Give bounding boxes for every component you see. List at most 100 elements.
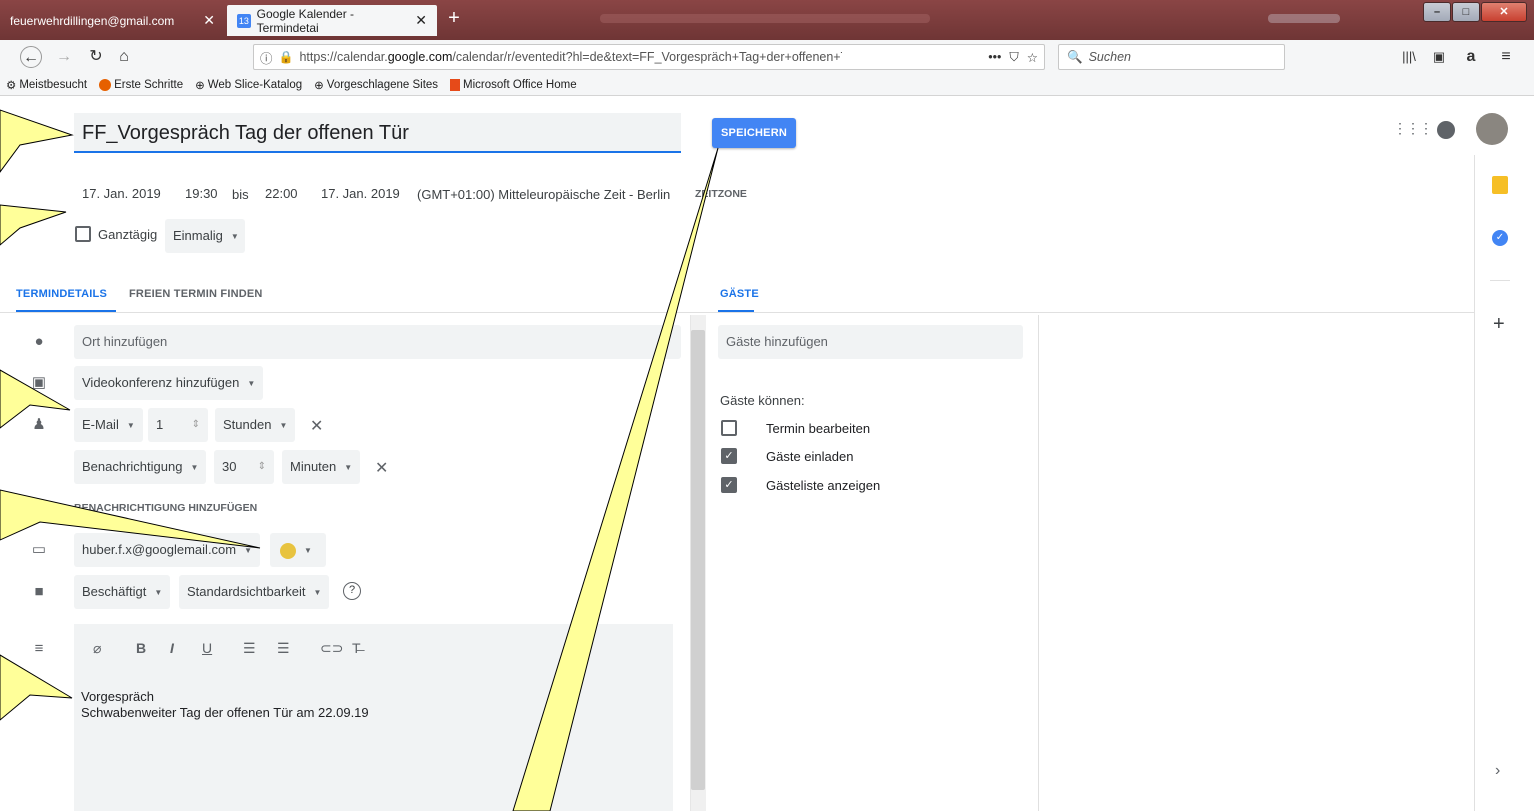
add-notification-button[interactable]: BENACHRICHTIGUNG HINZUFÜGEN [74, 502, 257, 514]
bookmark-erste-schritte[interactable]: Erste Schritte [99, 78, 184, 91]
chevron-right-icon[interactable]: › [1495, 762, 1500, 780]
bookmark-star-icon[interactable]: ☆ [1027, 50, 1038, 65]
until-label: bis [232, 187, 249, 202]
search-icon: 🔍 [1067, 49, 1083, 64]
repeat-dropdown[interactable]: Einmalig ▼ [165, 219, 245, 253]
home-icon[interactable]: ⌂ [112, 46, 136, 68]
notification-value-stepper[interactable]: 1 ⇕ [148, 408, 208, 442]
video-dropdown[interactable]: Videokonferenz hinzufügen ▼ [74, 366, 264, 400]
attachment-icon[interactable]: ⌀ [93, 640, 101, 657]
amazon-icon[interactable]: a [1459, 46, 1483, 68]
italic-icon[interactable]: I [170, 640, 174, 656]
add-addon-icon[interactable]: + [1493, 313, 1505, 336]
tab-termindetails[interactable]: TERMINDETAILS [16, 288, 107, 300]
minimize-button[interactable]: – [1423, 2, 1451, 22]
tab-label: Google Kalender - Termindetai [256, 6, 355, 35]
page-actions-icon[interactable]: ••• [988, 50, 1001, 64]
pocket-icon[interactable]: ⛉ [1009, 50, 1018, 65]
visibility-dropdown[interactable]: Standardsichtbarkeit ▼ [179, 575, 330, 609]
bookmark-vorgeschlagene[interactable]: ⊕ Vorgeschlagene Sites [314, 78, 438, 92]
gear-icon: ⚙ [6, 79, 17, 92]
bookmark-label: Erste Schritte [114, 78, 184, 91]
start-time[interactable]: 19:30 [177, 177, 226, 211]
remove-notification-icon[interactable]: ✕ [375, 458, 388, 478]
avatar[interactable] [1476, 113, 1508, 145]
notifications-icon[interactable] [1437, 121, 1455, 139]
description-icon: ≡ [34, 640, 44, 657]
spinner-icon[interactable]: ⇕ [192, 408, 200, 442]
guests-input[interactable]: Gäste hinzufügen [718, 325, 1023, 359]
spinner-icon[interactable]: ⇕ [258, 450, 266, 484]
end-date[interactable]: 17. Jan. 2019 [313, 177, 408, 211]
bullet-list-icon[interactable]: ☰ [277, 640, 290, 657]
chevron-down-icon: ▼ [344, 462, 353, 472]
chevron-down-icon: ▼ [126, 420, 135, 430]
color-dropdown[interactable]: ▼ [270, 533, 326, 567]
permission-checkbox[interactable]: ✓ [721, 448, 737, 464]
location-icon: ● [34, 333, 44, 350]
location-input[interactable]: Ort hinzufügen [74, 325, 681, 359]
scrollbar-thumb[interactable] [691, 330, 705, 790]
notification-value: 1 [156, 417, 164, 432]
close-tab-icon[interactable]: ✕ [415, 12, 427, 29]
back-icon[interactable]: ← [20, 46, 42, 68]
bookmark-label: Vorgeschlagene Sites [326, 78, 439, 91]
reload-icon[interactable]: ↻ [84, 46, 108, 68]
bookmark-web-slice[interactable]: ⊕ Web Slice-Katalog [195, 78, 302, 92]
notification-value-stepper[interactable]: 30 ⇕ [214, 450, 274, 484]
chevron-down-icon: ▼ [190, 462, 199, 472]
new-tab-button[interactable]: + [440, 5, 468, 33]
bold-icon[interactable]: B [136, 640, 146, 656]
notification-type-dropdown[interactable]: E-Mail ▼ [74, 408, 143, 442]
menu-icon[interactable]: ≡ [1494, 46, 1518, 68]
calendar-dropdown[interactable]: huber.f.x@googlemail.com ▼ [74, 533, 261, 567]
lock-icon: 🔒 [278, 50, 294, 64]
forward-icon[interactable]: → [52, 46, 76, 68]
notification-unit-dropdown[interactable]: Stunden ▼ [215, 408, 296, 442]
chevron-down-icon: ▼ [279, 420, 288, 430]
notification-type: Benachrichtigung [82, 459, 183, 474]
allday-checkbox[interactable] [75, 226, 91, 242]
underline-icon[interactable]: U [202, 640, 212, 656]
library-icon[interactable]: |||\ [1397, 46, 1421, 68]
video-label: Videokonferenz hinzufügen [82, 375, 240, 390]
close-icon[interactable]: ✕ [32, 121, 49, 146]
close-window-button[interactable]: ✕ [1481, 2, 1527, 22]
bookmark-meistbesucht[interactable]: ⚙ Meistbesucht [6, 78, 87, 92]
numbered-list-icon[interactable]: ☰ [243, 640, 256, 657]
url-path: /calendar/r/eventedit?hl=de&text=FF_Vorg… [452, 50, 842, 64]
remove-notification-icon[interactable]: ✕ [310, 416, 323, 436]
sidebar-icon[interactable]: ▣ [1427, 46, 1451, 68]
notification-unit-dropdown[interactable]: Minuten ▼ [282, 450, 361, 484]
description-line: Vorgespräch [81, 689, 154, 704]
repeat-value: Einmalig [173, 228, 223, 243]
event-title-input[interactable]: FF_Vorgespräch Tag der offenen Tür [74, 113, 681, 153]
end-time[interactable]: 22:00 [257, 177, 306, 211]
tab-guests[interactable]: GÄSTE [720, 288, 759, 300]
help-icon[interactable]: ? [343, 582, 361, 600]
notification-type-dropdown[interactable]: Benachrichtigung ▼ [74, 450, 207, 484]
tasks-icon[interactable]: ✓ [1492, 230, 1508, 246]
timezone-button[interactable]: ZEITZONE [695, 188, 747, 200]
start-date[interactable]: 17. Jan. 2019 [74, 177, 169, 211]
timezone-label[interactable]: (GMT+01:00) Mitteleuropäische Zeit - Ber… [417, 187, 670, 202]
keep-icon[interactable] [1492, 176, 1508, 194]
permission-checkbox[interactable]: ✓ [721, 477, 737, 493]
tab-find-time[interactable]: FREIEN TERMIN FINDEN [129, 288, 263, 300]
url-bar[interactable]: ⓘ 🔒 https://calendar. google.com/calendar… [253, 44, 1045, 70]
panel-divider [1038, 315, 1039, 811]
tab-gmail[interactable]: feuerwehrdillingen@gmail.com ✕ [0, 5, 225, 36]
save-button[interactable]: SPEICHERN [712, 118, 796, 148]
tab-calendar[interactable]: 13 Google Kalender - Termindetai ✕ [227, 5, 437, 36]
info-icon[interactable]: ⓘ [260, 48, 273, 67]
permission-checkbox[interactable] [721, 420, 737, 436]
maximize-button[interactable]: □ [1452, 2, 1480, 22]
globe-icon: ⊕ [314, 79, 324, 92]
close-tab-icon[interactable]: ✕ [203, 12, 215, 29]
search-input[interactable]: 🔍 Suchen [1058, 44, 1285, 70]
apps-grid-icon[interactable]: ⋮⋮⋮ [1393, 120, 1433, 137]
busy-dropdown[interactable]: Beschäftigt ▼ [74, 575, 171, 609]
link-icon[interactable]: ⊂⊃ [320, 640, 343, 657]
clear-format-icon[interactable]: T̶ [352, 640, 361, 656]
bookmark-office[interactable]: Microsoft Office Home [450, 78, 577, 91]
